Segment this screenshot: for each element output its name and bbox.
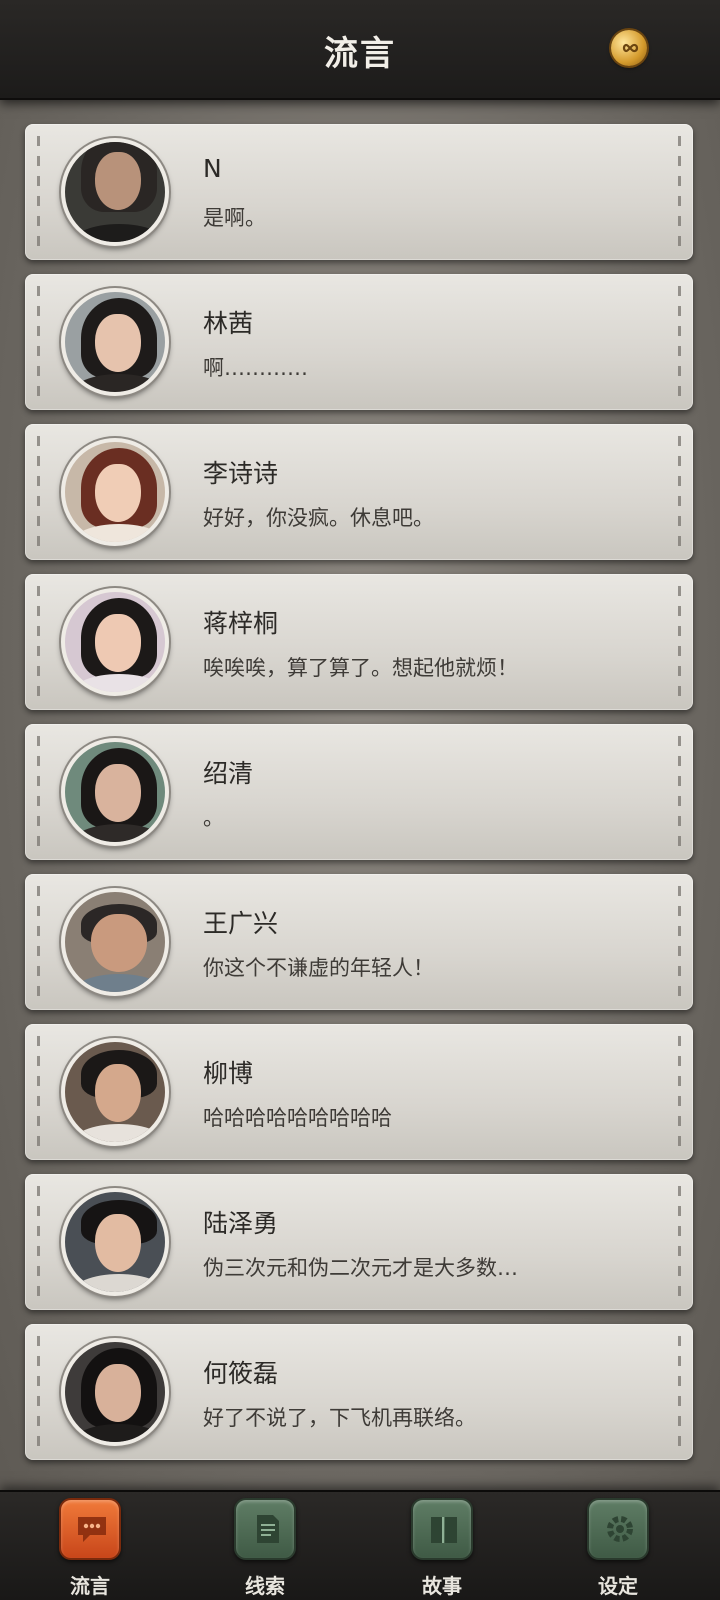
contact-card[interactable]: 柳博 哈哈哈哈哈哈哈哈哈 [25, 1024, 693, 1160]
avatar-body [71, 1274, 165, 1292]
avatar [61, 1188, 169, 1296]
contact-card[interactable]: N 是啊。 [25, 124, 693, 260]
avatar-body [71, 1124, 165, 1142]
stitch-right [678, 286, 681, 398]
tab-settings[interactable]: 设定 [568, 1498, 668, 1600]
contact-name: N [203, 154, 222, 183]
contact-name: 王广兴 [203, 909, 279, 938]
tab-label: 故事 [422, 1574, 462, 1598]
last-message: 好了不说了，下飞机再联络。 [203, 1406, 476, 1430]
stitch-left [37, 736, 40, 848]
last-message: 啊………… [203, 356, 308, 380]
chat-bubble-icon [59, 1498, 121, 1560]
stitch-left [37, 286, 40, 398]
contact-card[interactable]: 陆泽勇 伪三次元和伪二次元才是大多数… [25, 1174, 693, 1310]
contact-card[interactable]: 李诗诗 好好，你没疯。休息吧。 [25, 424, 693, 560]
stitch-right [678, 586, 681, 698]
stitch-left [37, 1036, 40, 1148]
avatar [61, 288, 169, 396]
last-message: 唉唉唉，算了算了。想起他就烦！ [203, 656, 518, 680]
contact-name: 绍清 [203, 759, 254, 788]
avatar-body [71, 674, 165, 692]
avatar [61, 588, 169, 696]
tab-label: 设定 [598, 1574, 638, 1598]
tab-clues[interactable]: 线索 [215, 1498, 315, 1600]
avatar-body [71, 224, 165, 242]
last-message: 哈哈哈哈哈哈哈哈哈 [203, 1106, 392, 1130]
contact-name: 何筱磊 [203, 1359, 279, 1388]
stitch-left [37, 1336, 40, 1448]
stitch-left [37, 136, 40, 248]
stitch-left [37, 436, 40, 548]
avatar-face [95, 614, 141, 672]
contact-card[interactable]: 王广兴 你这个不谦虚的年轻人！ [25, 874, 693, 1010]
avatar-face [95, 1214, 141, 1272]
tab-story[interactable]: 故事 [392, 1498, 492, 1600]
avatar-body [71, 374, 165, 392]
stitch-left [37, 1186, 40, 1298]
contact-card[interactable]: 绍清 。 [25, 724, 693, 860]
infinity-coin-icon[interactable] [611, 30, 647, 66]
contact-name: 柳博 [203, 1059, 254, 1088]
last-message: 好好，你没疯。休息吧。 [203, 506, 434, 530]
avatar-face [95, 1364, 141, 1422]
avatar [61, 438, 169, 546]
last-message: 。 [203, 806, 224, 830]
avatar-face [95, 464, 141, 522]
gear-icon [587, 1498, 649, 1560]
avatar [61, 138, 169, 246]
stitch-right [678, 136, 681, 248]
avatar-face [95, 314, 141, 372]
rumor-list[interactable]: N 是啊。 林茜 啊………… 李诗诗 好好，你没疯。休息吧。 蒋梓桐 唉唉唉，算… [0, 100, 720, 1490]
document-icon [234, 1498, 296, 1560]
bottom-nav: 流言 线索 故事 设定 [0, 1490, 720, 1600]
contact-card[interactable]: 林茜 啊………… [25, 274, 693, 410]
contact-name: 陆泽勇 [203, 1209, 279, 1238]
tab-rumors[interactable]: 流言 [40, 1498, 140, 1600]
top-bar: 流言 [0, 0, 720, 100]
avatar [61, 1038, 169, 1146]
avatar-face [95, 764, 141, 822]
stitch-right [678, 886, 681, 998]
avatar-face [91, 914, 147, 972]
contact-name: 李诗诗 [203, 459, 279, 488]
book-icon [411, 1498, 473, 1560]
contact-card[interactable]: 蒋梓桐 唉唉唉，算了算了。想起他就烦！ [25, 574, 693, 710]
stitch-right [678, 1336, 681, 1448]
stitch-right [678, 1186, 681, 1298]
last-message: 伪三次元和伪二次元才是大多数… [203, 1256, 518, 1280]
tab-label: 流言 [70, 1574, 110, 1598]
avatar-body [71, 524, 165, 542]
avatar-body [71, 1424, 165, 1442]
tab-label: 线索 [245, 1574, 285, 1598]
last-message: 是啊。 [203, 206, 266, 230]
contact-name: 蒋梓桐 [203, 609, 279, 638]
last-message: 你这个不谦虚的年轻人！ [203, 956, 434, 980]
stitch-right [678, 1036, 681, 1148]
avatar [61, 1338, 169, 1446]
stitch-left [37, 586, 40, 698]
stitch-right [678, 436, 681, 548]
avatar-face [95, 152, 141, 210]
avatar-face [95, 1064, 141, 1122]
stitch-right [678, 736, 681, 848]
avatar-body [71, 974, 165, 992]
stitch-left [37, 886, 40, 998]
avatar-body [71, 824, 165, 842]
avatar [61, 888, 169, 996]
avatar [61, 738, 169, 846]
app-root: 流言 N 是啊。 林茜 啊………… 李诗诗 好好，你没疯。休息吧。 蒋梓桐 唉唉… [0, 0, 720, 1600]
contact-name: 林茜 [203, 309, 254, 338]
contact-card[interactable]: 何筱磊 好了不说了，下飞机再联络。 [25, 1324, 693, 1460]
